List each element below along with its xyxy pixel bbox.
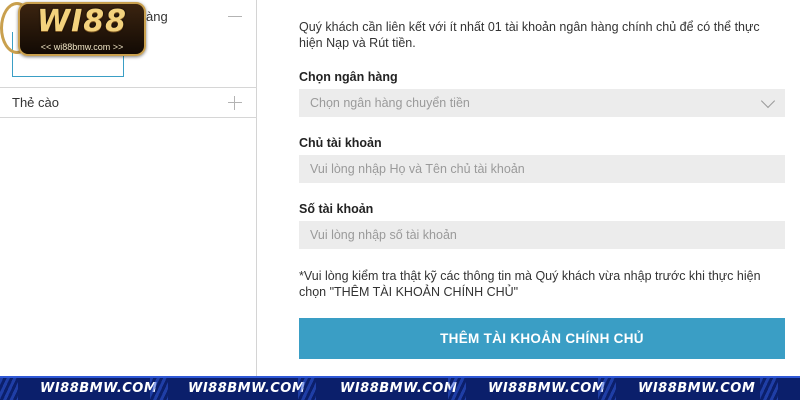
banner-item: WI88BMW.COM xyxy=(40,381,158,396)
banner-stripe xyxy=(760,378,778,400)
chevron-down-icon[interactable] xyxy=(760,93,776,109)
banner-stripe xyxy=(298,378,316,400)
add-account-button[interactable]: THÊM TÀI KHOẢN CHÍNH CHỦ xyxy=(299,318,785,359)
banner-item: WI88BMW.COM xyxy=(188,381,306,396)
footer-banner: WI88BMW.COM WI88BMW.COM WI88BMW.COM WI88… xyxy=(0,376,800,400)
bank-select-placeholder: Chọn ngân hàng chuyển tiền xyxy=(310,96,470,110)
plus-icon[interactable] xyxy=(228,96,242,110)
brand-logo: WI88 << wi88bmw.com >> xyxy=(0,0,148,58)
account-number-input[interactable] xyxy=(299,221,785,249)
account-holder-input[interactable] xyxy=(299,155,785,183)
logo-brand-text: WI88 xyxy=(36,4,127,39)
banner-item: WI88BMW.COM xyxy=(340,381,458,396)
bank-select[interactable]: Chọn ngân hàng chuyển tiền xyxy=(299,89,785,117)
form-notice: Quý khách cần liên kết với ít nhất 01 tà… xyxy=(299,20,760,50)
sidebar-item-scratch-card[interactable]: Thẻ cào xyxy=(0,88,257,118)
form-warning-note: *Vui lòng kiểm tra thật kỹ các thông tin… xyxy=(299,269,761,299)
bank-account-form: Quý khách cần liên kết với ít nhất 01 tà… xyxy=(258,0,800,376)
logo-url-text: << wi88bmw.com >> xyxy=(40,42,124,52)
banner-stripe xyxy=(0,378,18,400)
account-number-label: Số tài khoản xyxy=(299,202,374,216)
banner-stripe xyxy=(150,378,168,400)
banner-item: WI88BMW.COM xyxy=(638,381,756,396)
sidebar-item-scratch-card-label: Thẻ cào xyxy=(12,95,59,110)
banner-stripe xyxy=(448,378,466,400)
banner-stripe xyxy=(598,378,616,400)
account-holder-label: Chủ tài khoản xyxy=(299,136,382,150)
bank-select-label: Chọn ngân hàng xyxy=(299,70,398,84)
minus-icon[interactable] xyxy=(228,16,242,17)
banner-item: WI88BMW.COM xyxy=(488,381,606,396)
sidebar-item-bank-label: àng xyxy=(146,9,168,24)
